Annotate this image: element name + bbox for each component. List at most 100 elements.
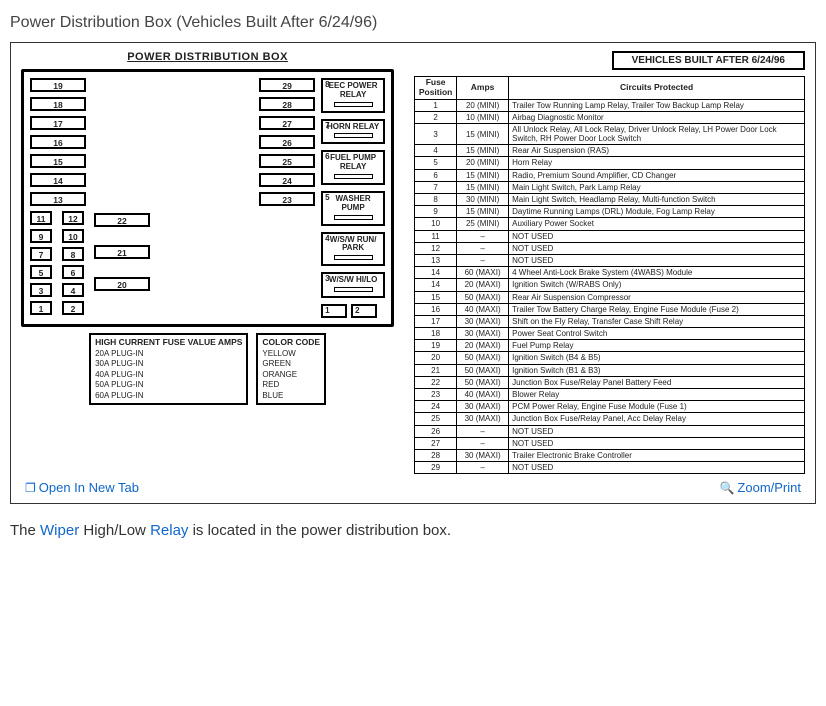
table-cell: 21 bbox=[415, 364, 457, 376]
table-cell: 15 bbox=[415, 291, 457, 303]
table-cell: NOT USED bbox=[509, 437, 805, 449]
table-row: 2050 (MAXI)Ignition Switch (B4 & B5) bbox=[415, 352, 805, 364]
table-cell: Power Seat Control Switch bbox=[509, 328, 805, 340]
table-cell: – bbox=[457, 254, 509, 266]
table-cell: 10 bbox=[415, 218, 457, 230]
table-cell: 40 (MAXI) bbox=[457, 389, 509, 401]
table-cell: 27 bbox=[415, 437, 457, 449]
fuse-slot: 2 bbox=[62, 301, 84, 315]
fuse-slot: 28 bbox=[259, 97, 315, 111]
external-window-icon: ❐ bbox=[25, 481, 36, 495]
table-row: 415 (MINI)Rear Air Suspension (RAS) bbox=[415, 145, 805, 157]
table-cell: 16 bbox=[415, 303, 457, 315]
table-header: Fuse Position bbox=[415, 77, 457, 100]
table-row: 1920 (MAXI)Fuel Pump Relay bbox=[415, 340, 805, 352]
table-cell: Radio, Premium Sound Amplifier, CD Chang… bbox=[509, 169, 805, 181]
table-row: 1460 (MAXI)4 Wheel Anti-Lock Brake Syste… bbox=[415, 267, 805, 279]
table-cell: 20 (MAXI) bbox=[457, 340, 509, 352]
zoom-print-link[interactable]: 🔍Zoom/Print bbox=[719, 480, 801, 495]
fuse-slot: 22 bbox=[94, 213, 150, 227]
page-title: Power Distribution Box (Vehicles Built A… bbox=[10, 14, 816, 32]
table-cell: 18 bbox=[415, 328, 457, 340]
open-new-tab-link[interactable]: ❐Open In New Tab bbox=[25, 480, 139, 495]
fuse-slot: 25 bbox=[259, 154, 315, 168]
table-header: Circuits Protected bbox=[509, 77, 805, 100]
table-cell: 30 (MINI) bbox=[457, 194, 509, 206]
table-cell: 30 (MAXI) bbox=[457, 401, 509, 413]
table-cell: Ignition Switch (B1 & B3) bbox=[509, 364, 805, 376]
fuse-slot: 27 bbox=[259, 116, 315, 130]
fuse-slot: 6 bbox=[62, 265, 84, 279]
legend-colors: COLOR CODE YELLOW GREEN ORANGE RED BLUE bbox=[256, 333, 326, 405]
relay-box: 5WASHER PUMP bbox=[321, 191, 385, 226]
table-cell: 19 bbox=[415, 340, 457, 352]
table-cell: 30 (MAXI) bbox=[457, 315, 509, 327]
table-cell: 8 bbox=[415, 194, 457, 206]
table-row: 26–NOT USED bbox=[415, 425, 805, 437]
relay-box: 8EEC POWER RELAY bbox=[321, 78, 385, 113]
table-row: 2530 (MAXI)Junction Box Fuse/Relay Panel… bbox=[415, 413, 805, 425]
table-cell: 28 bbox=[415, 449, 457, 461]
table-cell: 23 bbox=[415, 389, 457, 401]
table-cell: Daytime Running Lamps (DRL) Module, Fog … bbox=[509, 206, 805, 218]
table-cell: NOT USED bbox=[509, 254, 805, 266]
relay-link[interactable]: Relay bbox=[150, 522, 188, 539]
table-row: 29–NOT USED bbox=[415, 462, 805, 474]
table-cell: 7 bbox=[415, 181, 457, 193]
table-cell: NOT USED bbox=[509, 242, 805, 254]
table-cell: – bbox=[457, 437, 509, 449]
table-cell: 24 bbox=[415, 401, 457, 413]
fuse-slot: 1 bbox=[30, 301, 52, 315]
table-cell: NOT USED bbox=[509, 230, 805, 242]
table-cell: 26 bbox=[415, 425, 457, 437]
figure-toolbar: ❐Open In New Tab 🔍Zoom/Print bbox=[21, 474, 805, 495]
table-cell: 15 (MINI) bbox=[457, 169, 509, 181]
fuse-slot: 15 bbox=[30, 154, 86, 168]
table-cell: 25 (MINI) bbox=[457, 218, 509, 230]
fuse-slot: 13 bbox=[30, 192, 86, 206]
fuse-slot: 9 bbox=[30, 229, 52, 243]
table-row: 1730 (MAXI)Shift on the Fly Relay, Trans… bbox=[415, 315, 805, 327]
table-cell: Trailer Tow Running Lamp Relay, Trailer … bbox=[509, 99, 805, 111]
fuse-slot: 4 bbox=[62, 283, 84, 297]
table-cell: 30 (MAXI) bbox=[457, 449, 509, 461]
table-cell: 50 (MAXI) bbox=[457, 376, 509, 388]
magnifier-icon: 🔍 bbox=[719, 481, 734, 495]
table-cell: 15 (MINI) bbox=[457, 145, 509, 157]
table-cell: – bbox=[457, 230, 509, 242]
relay-box-small: 2 bbox=[351, 304, 377, 318]
table-row: 520 (MINI)Horn Relay bbox=[415, 157, 805, 169]
table-cell: 13 bbox=[415, 254, 457, 266]
table-row: 830 (MINI)Main Light Switch, Headlamp Re… bbox=[415, 194, 805, 206]
table-cell: 50 (MAXI) bbox=[457, 352, 509, 364]
table-row: 2430 (MAXI)PCM Power Relay, Engine Fuse … bbox=[415, 401, 805, 413]
table-row: 210 (MINI)Airbag Diagnostic Monitor bbox=[415, 111, 805, 123]
table-cell: Trailer Tow Battery Charge Relay, Engine… bbox=[509, 303, 805, 315]
table-cell: NOT USED bbox=[509, 462, 805, 474]
table-row: 1550 (MAXI)Rear Air Suspension Compresso… bbox=[415, 291, 805, 303]
table-cell: Auxiliary Power Socket bbox=[509, 218, 805, 230]
table-cell: PCM Power Relay, Engine Fuse Module (Fus… bbox=[509, 401, 805, 413]
table-row: 2250 (MAXI)Junction Box Fuse/Relay Panel… bbox=[415, 376, 805, 388]
table-cell: 3 bbox=[415, 123, 457, 144]
fuse-slot: 12 bbox=[62, 211, 84, 225]
table-row: 615 (MINI)Radio, Premium Sound Amplifier… bbox=[415, 169, 805, 181]
table-cell: 4 Wheel Anti-Lock Brake System (4WABS) M… bbox=[509, 267, 805, 279]
fuse-box-outline: 1929 1828 1727 1626 1525 1424 1323 1112 … bbox=[21, 69, 394, 327]
table-cell: All Unlock Relay, All Lock Relay, Driver… bbox=[509, 123, 805, 144]
table-cell: 1 bbox=[415, 99, 457, 111]
wiper-link[interactable]: Wiper bbox=[40, 522, 79, 539]
table-row: 1025 (MINI)Auxiliary Power Socket bbox=[415, 218, 805, 230]
table-cell: Junction Box Fuse/Relay Panel Battery Fe… bbox=[509, 376, 805, 388]
table-cell: Blower Relay bbox=[509, 389, 805, 401]
table-cell: 5 bbox=[415, 157, 457, 169]
table-cell: Ignition Switch (B4 & B5) bbox=[509, 352, 805, 364]
table-cell: Junction Box Fuse/Relay Panel, Acc Delay… bbox=[509, 413, 805, 425]
relay-box: 3W/S/W HI/LO bbox=[321, 272, 385, 298]
table-cell: Main Light Switch, Headlamp Relay, Multi… bbox=[509, 194, 805, 206]
table-cell: Ignition Switch (W/RABS Only) bbox=[509, 279, 805, 291]
table-row: 2830 (MAXI)Trailer Electronic Brake Cont… bbox=[415, 449, 805, 461]
fuse-slot: 5 bbox=[30, 265, 52, 279]
table-cell: Shift on the Fly Relay, Transfer Case Sh… bbox=[509, 315, 805, 327]
table-cell: 17 bbox=[415, 315, 457, 327]
